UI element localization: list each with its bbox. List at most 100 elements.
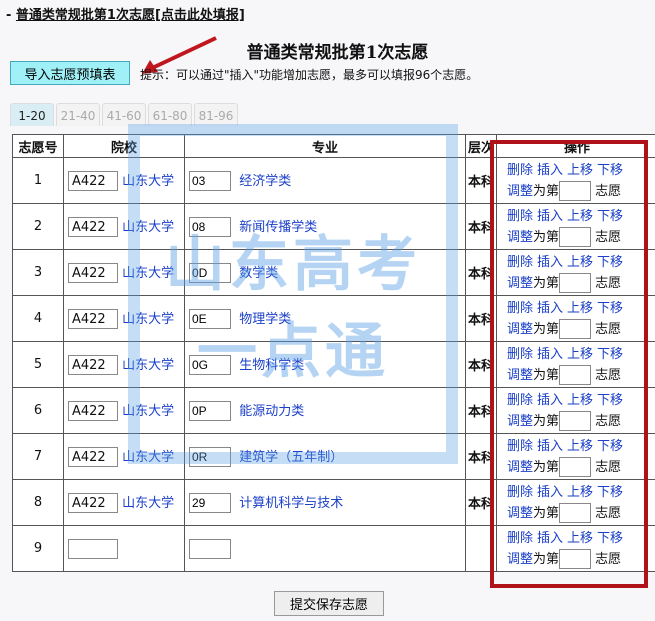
major-code-input[interactable]: [189, 171, 231, 192]
major-name[interactable]: 物理学类: [239, 312, 291, 327]
delete-link[interactable]: 删除: [507, 485, 533, 500]
move-up-link[interactable]: 上移: [567, 209, 593, 224]
major-name[interactable]: 能源动力类: [239, 404, 304, 419]
insert-link[interactable]: 插入: [537, 163, 563, 178]
position-input[interactable]: [559, 181, 592, 201]
school-name[interactable]: 山东大学: [122, 450, 174, 465]
school-code-input[interactable]: A422: [68, 263, 118, 284]
position-input[interactable]: [559, 227, 592, 247]
major-code-input[interactable]: [189, 493, 231, 514]
move-up-link[interactable]: 上移: [567, 485, 593, 500]
position-input[interactable]: [559, 273, 592, 293]
major-name[interactable]: 生物科学类: [239, 358, 304, 373]
school-code-input[interactable]: [68, 538, 118, 559]
school-name[interactable]: 山东大学: [122, 358, 174, 373]
position-input[interactable]: [559, 503, 592, 523]
school-name[interactable]: 山东大学: [122, 496, 174, 511]
move-up-link[interactable]: 上移: [567, 393, 593, 408]
school-name[interactable]: 山东大学: [122, 220, 174, 235]
adjust-link[interactable]: 调整: [507, 506, 533, 521]
move-up-link[interactable]: 上移: [567, 163, 593, 178]
adjust-link[interactable]: 调整: [507, 276, 533, 291]
insert-link[interactable]: 插入: [537, 255, 563, 270]
delete-link[interactable]: 删除: [507, 209, 533, 224]
school-code-input[interactable]: A422: [68, 217, 118, 238]
delete-link[interactable]: 删除: [507, 255, 533, 270]
insert-link[interactable]: 插入: [537, 301, 563, 316]
major-name[interactable]: 数学类: [239, 266, 278, 281]
major-code-input[interactable]: [189, 447, 231, 468]
import-button[interactable]: 导入志愿预填表: [10, 61, 130, 85]
move-down-link[interactable]: 下移: [597, 301, 623, 316]
adjust-suffix: 志愿: [595, 367, 622, 383]
major-code-input[interactable]: [189, 309, 231, 330]
school-name[interactable]: 山东大学: [122, 312, 174, 327]
adjust-link[interactable]: 调整: [507, 414, 533, 429]
school-code-input[interactable]: A422: [68, 447, 118, 468]
major-name[interactable]: 经济学类: [239, 174, 291, 189]
delete-link[interactable]: 删除: [507, 163, 533, 178]
move-up-link[interactable]: 上移: [567, 531, 593, 546]
tab-61-80[interactable]: 61-80: [148, 103, 192, 126]
major-code-input[interactable]: [189, 355, 231, 376]
adjust-link[interactable]: 调整: [507, 552, 533, 567]
delete-link[interactable]: 删除: [507, 347, 533, 362]
move-down-link[interactable]: 下移: [597, 255, 623, 270]
school-name[interactable]: 山东大学: [122, 266, 174, 281]
major-code-input[interactable]: [189, 538, 231, 559]
tab-1-20[interactable]: 1-20: [10, 103, 54, 126]
delete-link[interactable]: 删除: [507, 301, 533, 316]
position-input[interactable]: [559, 411, 592, 431]
school-code-input[interactable]: A422: [68, 493, 118, 514]
adjust-link[interactable]: 调整: [507, 230, 533, 245]
adjust-link[interactable]: 调整: [507, 322, 533, 337]
school-code-input[interactable]: A422: [68, 355, 118, 376]
adjust-link[interactable]: 调整: [507, 184, 533, 199]
tab-81-96[interactable]: 81-96: [194, 103, 238, 126]
school-name[interactable]: 山东大学: [122, 404, 174, 419]
position-input[interactable]: [559, 319, 592, 339]
tab-21-40[interactable]: 21-40: [56, 103, 100, 126]
level: 本科: [465, 433, 497, 480]
school-code-input[interactable]: A422: [68, 401, 118, 422]
insert-link[interactable]: 插入: [537, 347, 563, 362]
major-name[interactable]: 计算机科学与技术: [239, 496, 343, 511]
insert-link[interactable]: 插入: [537, 485, 563, 500]
major-code-input[interactable]: [189, 401, 231, 422]
major-name[interactable]: 建筑学（五年制）: [239, 450, 343, 465]
move-down-link[interactable]: 下移: [597, 485, 623, 500]
move-up-link[interactable]: 上移: [567, 347, 593, 362]
adjust-link[interactable]: 调整: [507, 460, 533, 475]
fill-link[interactable]: 普通类常规批第1次志愿[点击此处填报]: [16, 8, 245, 23]
school-code-input[interactable]: A422: [68, 171, 118, 192]
move-down-link[interactable]: 下移: [597, 209, 623, 224]
adjust-link[interactable]: 调整: [507, 368, 533, 383]
delete-link[interactable]: 删除: [507, 393, 533, 408]
submit-button[interactable]: 提交保存志愿: [274, 591, 384, 616]
insert-link[interactable]: 插入: [537, 531, 563, 546]
major-name[interactable]: 新闻传播学类: [239, 220, 317, 235]
delete-link[interactable]: 删除: [507, 531, 533, 546]
page-tabs: 1-20 21-40 41-60 61-80 81-96: [10, 103, 238, 126]
delete-link[interactable]: 删除: [507, 439, 533, 454]
move-down-link[interactable]: 下移: [597, 439, 623, 454]
school-name[interactable]: 山东大学: [122, 174, 174, 189]
move-up-link[interactable]: 上移: [567, 255, 593, 270]
position-input[interactable]: [559, 365, 592, 385]
move-up-link[interactable]: 上移: [567, 439, 593, 454]
move-down-link[interactable]: 下移: [597, 163, 623, 178]
position-input[interactable]: [559, 457, 592, 477]
page-title: 普通类常规批第1次志愿: [246, 43, 429, 63]
move-down-link[interactable]: 下移: [597, 347, 623, 362]
major-code-input[interactable]: [189, 217, 231, 238]
move-down-link[interactable]: 下移: [597, 393, 623, 408]
insert-link[interactable]: 插入: [537, 439, 563, 454]
move-down-link[interactable]: 下移: [597, 531, 623, 546]
school-code-input[interactable]: A422: [68, 309, 118, 330]
insert-link[interactable]: 插入: [537, 393, 563, 408]
insert-link[interactable]: 插入: [537, 209, 563, 224]
position-input[interactable]: [559, 549, 592, 569]
major-code-input[interactable]: [189, 263, 231, 284]
move-up-link[interactable]: 上移: [567, 301, 593, 316]
tab-41-60[interactable]: 41-60: [102, 103, 146, 126]
